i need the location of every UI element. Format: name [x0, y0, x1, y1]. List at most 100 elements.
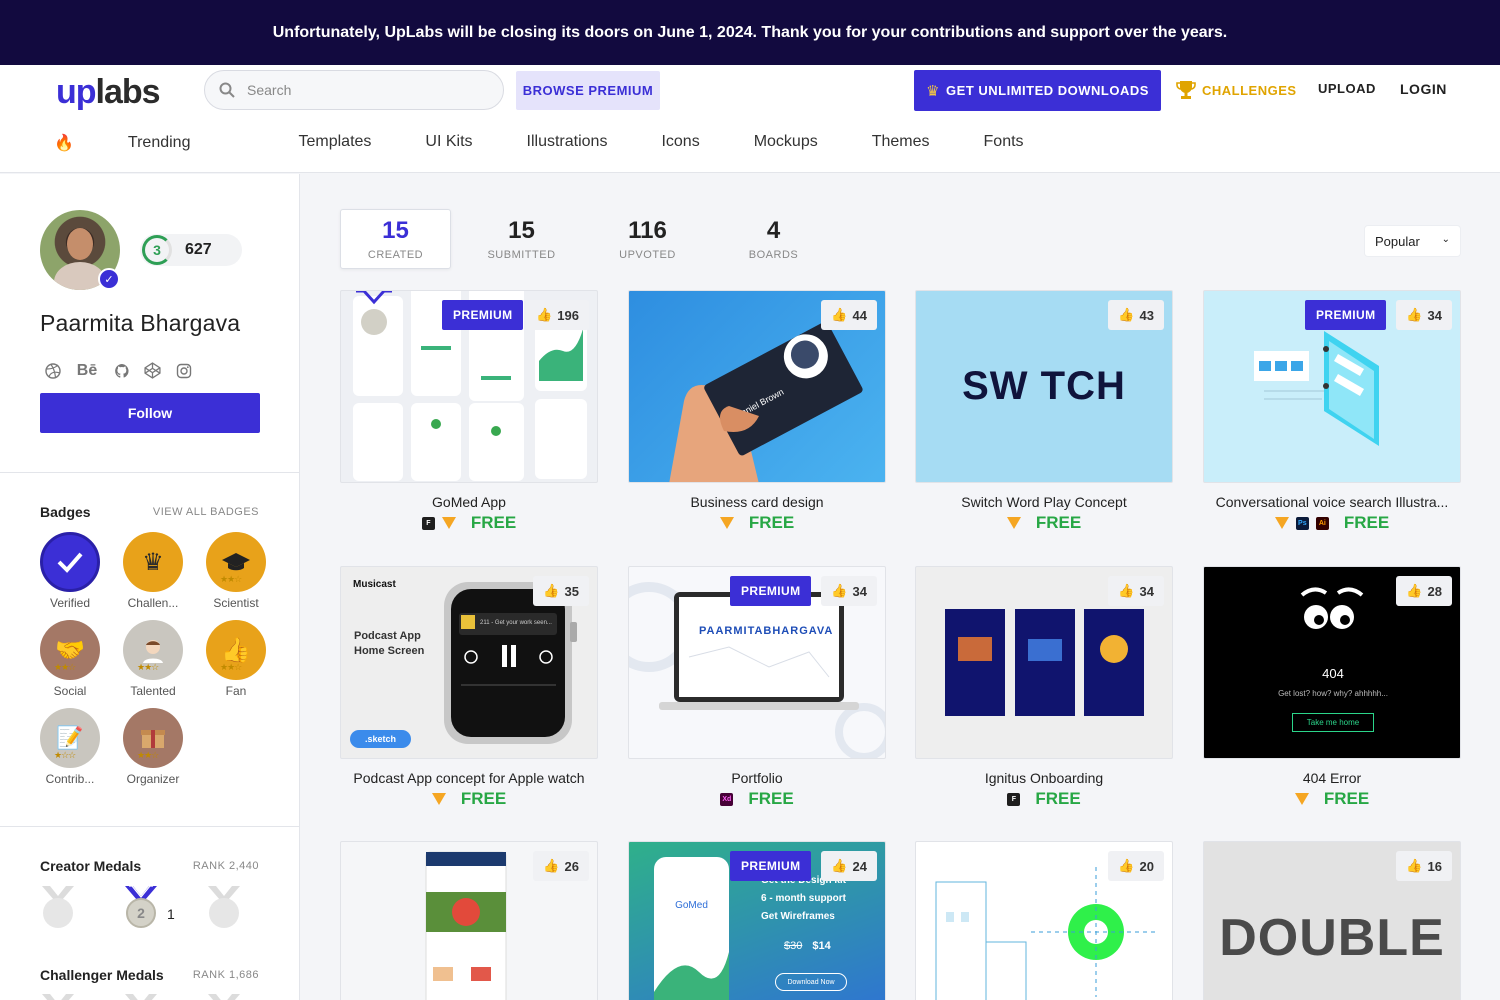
like-count: 34 — [1427, 307, 1442, 323]
upload-link[interactable]: UPLOAD — [1318, 81, 1376, 96]
stat-caption: UPVOTED — [619, 249, 676, 261]
design-card[interactable]: SW TCH 👍 43 Switch Word Play Concept FREE — [915, 290, 1173, 533]
card-title[interactable]: Podcast App concept for Apple watch — [340, 770, 598, 786]
category-fonts[interactable]: Fonts — [984, 133, 1024, 153]
card-title[interactable]: Ignitus Onboarding — [915, 770, 1173, 786]
badge-fan[interactable]: 👍 ★★☆ Fan — [206, 620, 266, 698]
like-button[interactable]: 👍 44 — [821, 300, 877, 330]
card-title[interactable]: 404 Error — [1203, 770, 1461, 786]
profile-name: Paarmita Bhargava — [40, 310, 241, 336]
card-title[interactable]: Business card design — [628, 494, 886, 510]
category-ui-kits[interactable]: UI Kits — [425, 133, 472, 153]
behance-icon[interactable]: Bē — [75, 362, 99, 379]
badge-organizer[interactable]: ★★☆ Organizer — [123, 708, 183, 786]
design-card[interactable]: 👍 20 — [915, 841, 1173, 1000]
tab-created[interactable]: 15 CREATED — [340, 209, 451, 269]
checkmark-icon — [40, 532, 100, 592]
like-button[interactable]: 👍 28 — [1396, 576, 1452, 606]
badge-label: Talented — [130, 684, 176, 698]
design-card[interactable]: Musicast Podcast App Home Screen 211 - G… — [340, 566, 598, 809]
like-button[interactable]: 👍 34 — [1396, 300, 1452, 330]
category-mockups[interactable]: Mockups — [754, 133, 818, 153]
category-icons[interactable]: Icons — [661, 133, 699, 153]
badge-verified[interactable]: Verified — [40, 532, 100, 610]
card-thumbnail[interactable]: DOUBLE 👍 16 — [1203, 841, 1461, 1000]
tab-upvoted[interactable]: 116 UPVOTED — [592, 209, 703, 269]
dribbble-icon[interactable] — [44, 362, 61, 379]
badge-contributor[interactable]: 📝 ★☆☆ Contrib... — [40, 708, 100, 786]
card-thumbnail[interactable]: SW TCH 👍 43 — [915, 290, 1173, 483]
challenges-link[interactable]: CHALLENGES — [1176, 77, 1297, 103]
thumbs-up-icon: 👍 — [1118, 583, 1135, 598]
card-thumbnail[interactable]: 404 Get lost? how? why? ahhhhh... Take m… — [1203, 566, 1461, 759]
github-icon[interactable] — [113, 362, 130, 379]
card-thumbnail[interactable]: PREMIUM 👍 34 — [1203, 290, 1461, 483]
get-unlimited-label: GET UNLIMITED DOWNLOADS — [946, 83, 1149, 98]
like-button[interactable]: 👍 20 — [1108, 851, 1164, 881]
design-card[interactable]: 👍 34 Ignitus Onboarding F FREE — [915, 566, 1173, 809]
card-meta: FREE — [628, 513, 886, 533]
card-thumbnail[interactable]: Musicast Podcast App Home Screen 211 - G… — [340, 566, 598, 759]
like-button[interactable]: 👍 34 — [1108, 576, 1164, 606]
design-card[interactable]: PREMIUM 👍 34 Conversational voice search … — [1203, 290, 1461, 533]
like-button[interactable]: 👍 196 — [526, 300, 589, 330]
category-templates[interactable]: Templates — [298, 133, 371, 153]
card-thumbnail[interactable]: 👍 20 — [915, 841, 1173, 1000]
view-all-badges-link[interactable]: VIEW ALL BADGES — [153, 506, 259, 518]
uplabs-logo[interactable]: uplabs — [56, 73, 161, 112]
card-thumbnail[interactable]: PREMIUM 👍 196 — [340, 290, 598, 483]
design-card[interactable]: DOUBLE 👍 16 — [1203, 841, 1461, 1000]
card-title[interactable]: Conversational voice search Illustra... — [1203, 494, 1461, 510]
search-input[interactable] — [247, 82, 467, 98]
like-button[interactable]: 👍 43 — [1108, 300, 1164, 330]
login-link[interactable]: LOGIN — [1400, 81, 1447, 97]
search-icon — [219, 82, 235, 98]
design-card[interactable]: GoMed Get the Design kit 6 - month suppo… — [628, 841, 886, 1000]
card-thumbnail[interactable]: 👍 34 — [915, 566, 1173, 759]
trophy-icon: ♛ — [123, 532, 183, 592]
design-card[interactable]: PREMIUM 👍 196 GoMed App F FREE — [340, 290, 598, 533]
follow-button[interactable]: Follow — [40, 393, 260, 433]
card-meta: FREE — [1203, 789, 1461, 809]
design-card[interactable]: Daniel Brown 👍 44 Business card design FR… — [628, 290, 886, 533]
like-button[interactable]: 👍 35 — [533, 576, 589, 606]
card-title[interactable]: Switch Word Play Concept — [915, 494, 1173, 510]
badge-scientist[interactable]: ★★☆ Scientist — [206, 532, 266, 610]
category-illustrations[interactable]: Illustrations — [527, 133, 608, 153]
gomed-download-button: Download Now — [775, 973, 847, 991]
codepen-icon[interactable] — [144, 362, 161, 379]
badge-social[interactable]: 🤝 ★★☆ Social — [40, 620, 100, 698]
badge-label: Scientist — [213, 596, 259, 610]
card-thumbnail[interactable]: 👍 26 — [340, 841, 598, 1000]
search-box[interactable] — [204, 70, 504, 110]
like-count: 196 — [557, 307, 579, 323]
category-trending[interactable]: 🔥 Trending — [54, 133, 244, 153]
sort-dropdown[interactable]: Popular ⌄ — [1365, 226, 1460, 256]
category-themes[interactable]: Themes — [872, 133, 930, 153]
stat-number: 4 — [766, 217, 781, 244]
card-title[interactable]: GoMed App — [340, 494, 598, 510]
challenges-label: CHALLENGES — [1202, 82, 1297, 98]
instagram-icon[interactable] — [175, 362, 192, 379]
like-button[interactable]: 👍 16 — [1396, 851, 1452, 881]
thumbs-up-icon: 👍 — [543, 858, 560, 873]
card-title[interactable]: Portfolio — [628, 770, 886, 786]
browse-premium-button[interactable]: BROWSE PREMIUM — [516, 71, 660, 110]
like-button[interactable]: 👍 24 — [821, 851, 877, 881]
top-navigation-bar: uplabs BROWSE PREMIUM ♛ GET UNLIMITED DO… — [0, 65, 1500, 173]
card-thumbnail[interactable]: GoMed Get the Design kit 6 - month suppo… — [628, 841, 886, 1000]
like-button[interactable]: 👍 34 — [821, 576, 877, 606]
card-thumbnail[interactable]: Daniel Brown 👍 44 — [628, 290, 886, 483]
design-card[interactable]: 👍 26 — [340, 841, 598, 1000]
card-thumbnail[interactable]: PAARMITABHARGAVA PREMIUM 👍 34 — [628, 566, 886, 759]
design-card[interactable]: PAARMITABHARGAVA PREMIUM 👍 34 Portfolio X… — [628, 566, 886, 809]
stat-caption: CREATED — [367, 249, 424, 261]
tab-submitted[interactable]: 15 SUBMITTED — [466, 209, 577, 269]
badge-label: Social — [53, 684, 87, 698]
badge-challenger[interactable]: ♛ Challen... — [123, 532, 183, 610]
design-card[interactable]: 404 Get lost? how? why? ahhhhh... Take m… — [1203, 566, 1461, 809]
tab-boards[interactable]: 4 BOARDS — [718, 209, 829, 269]
badge-talented[interactable]: ★★☆ Talented — [123, 620, 183, 698]
get-unlimited-downloads-button[interactable]: ♛ GET UNLIMITED DOWNLOADS — [914, 70, 1161, 111]
like-button[interactable]: 👍 26 — [533, 851, 589, 881]
